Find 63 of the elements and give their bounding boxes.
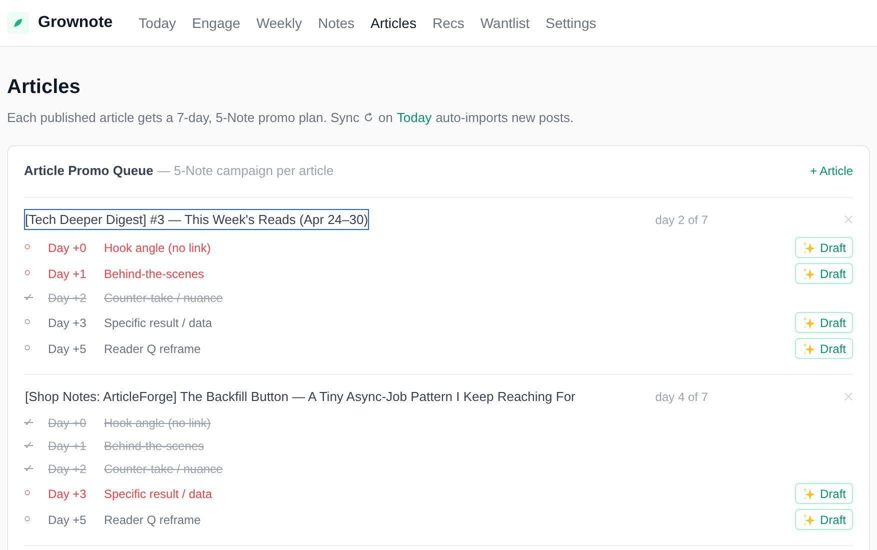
check-mark: ✓ <box>24 416 34 431</box>
check-mark: ✓ <box>24 290 34 306</box>
draft-button[interactable]: Draft <box>794 237 853 258</box>
page-title: Articles <box>7 75 82 100</box>
draft-button[interactable]: Draft <box>794 338 853 359</box>
logo-icon <box>7 12 29 34</box>
close-icon[interactable] <box>844 392 853 401</box>
circle-mark: ○ <box>24 315 32 330</box>
circle-mark: ○ <box>24 266 32 282</box>
nav-tab[interactable]: Notes <box>318 12 355 34</box>
sparkle-icon <box>802 342 816 356</box>
card-title: Article Promo Queue <box>24 162 154 180</box>
check-mark: ✓ <box>24 462 34 477</box>
step-day: Day +5 <box>48 510 104 528</box>
step-label: Counter-take / nuance <box>104 290 223 307</box>
step-label: Specific result / data <box>104 314 212 332</box>
step-label: Behind-the-scenes <box>104 266 204 282</box>
step-label: Hook angle (no link) <box>104 240 211 256</box>
article-title[interactable]: [Tech Deeper Digest] #3 — This Week's Reads (Apr 24–30) <box>24 208 370 230</box>
sparkle-icon <box>802 316 816 330</box>
sparkle-icon <box>802 512 816 526</box>
nav-tab[interactable]: Weekly <box>256 12 302 34</box>
nav-tab[interactable]: Engage <box>192 12 240 34</box>
draft-button[interactable]: Draft <box>794 263 853 284</box>
sparkle-icon <box>802 266 816 280</box>
step-label: Reader Q reframe <box>104 340 201 358</box>
check-mark: ✓ <box>24 438 34 454</box>
step-day: Day +2 <box>48 289 104 307</box>
circle-mark: ○ <box>24 240 32 256</box>
draft-button[interactable]: Draft <box>794 509 853 530</box>
add-article-button[interactable]: + Article <box>810 162 853 180</box>
step-day: Day +5 <box>48 340 104 358</box>
step-label: Behind-the-scenes <box>104 438 204 455</box>
step-label: Hook angle (no link) <box>104 415 211 432</box>
sparkle-icon <box>802 240 816 254</box>
circle-mark: ○ <box>24 486 32 502</box>
nav-tab[interactable]: Articles <box>370 12 416 34</box>
step-day: Day +2 <box>48 460 104 478</box>
nav-tab[interactable]: Wantlist <box>480 12 530 34</box>
step-day: Day +3 <box>48 314 104 332</box>
step-day: Day +0 <box>48 238 104 256</box>
page-intro: Each published article gets a 7-day, 5-Note promo plan. Sync on Today auto-imports new posts. <box>7 108 870 128</box>
today-link[interactable]: Today <box>396 108 432 128</box>
step-day: Day +0 <box>48 414 104 432</box>
step-day: Day +1 <box>48 264 104 282</box>
circle-mark: ○ <box>24 341 32 356</box>
brand-name: Grownote <box>38 13 113 33</box>
close-icon[interactable] <box>844 215 853 224</box>
step-label: Counter-take / nuance <box>104 461 223 478</box>
sparkle-icon <box>802 486 816 500</box>
card-subtitle: — 5-Note campaign per article <box>157 162 334 180</box>
refresh-icon <box>363 112 374 124</box>
circle-mark: ○ <box>24 512 32 528</box>
step-day: Day +3 <box>48 484 104 502</box>
nav-tab[interactable]: Today <box>138 12 176 34</box>
draft-button[interactable]: Draft <box>794 483 853 504</box>
draft-button[interactable]: Draft <box>794 312 853 333</box>
step-day: Day +1 <box>48 437 104 455</box>
step-label: Specific result / data <box>104 486 212 502</box>
article-title[interactable]: [Shop Notes: ArticleForge] The Backfill Button — A Tiny Async-Job Pattern I Keep Reaching For <box>24 386 576 408</box>
nav-tab[interactable]: Recs <box>432 12 464 34</box>
step-label: Reader Q reframe <box>104 512 201 528</box>
nav-tab[interactable]: Settings <box>546 12 596 34</box>
